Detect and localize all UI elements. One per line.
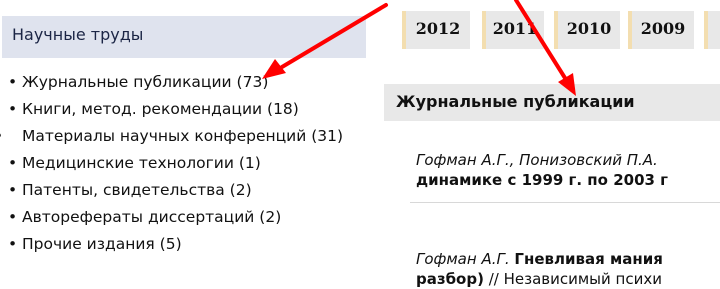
tab-2012[interactable]: 2012 bbox=[402, 11, 470, 49]
bullet-icon: • bbox=[8, 100, 18, 118]
sidebar-item-label[interactable]: Прочие издания (5) bbox=[22, 235, 182, 253]
sidebar-header: Научные труды bbox=[2, 16, 366, 58]
divider bbox=[410, 202, 720, 203]
tab-2010[interactable]: 2010 bbox=[554, 11, 620, 49]
bullet-icon: • bbox=[8, 181, 18, 199]
tab-edge bbox=[402, 11, 406, 49]
publication-title-line: динамике с 1999 г. по 2003 г bbox=[416, 170, 720, 190]
tab-label: 2010 bbox=[566, 19, 612, 38]
sidebar-item-label[interactable]: Авторефераты диссертаций (2) bbox=[22, 208, 281, 226]
tab-next-partial[interactable] bbox=[704, 11, 720, 49]
bullet-icon: • bbox=[8, 73, 18, 91]
sidebar-item-dissertation-abstracts[interactable]: • Авторефераты диссертаций (2) bbox=[8, 207, 368, 227]
bullet-icon: • bbox=[8, 235, 18, 253]
publication-authors: Гофман А.Г., Понизовский П.А. bbox=[416, 151, 658, 169]
tab-label: 2012 bbox=[415, 19, 461, 38]
tab-edge bbox=[482, 11, 486, 49]
sidebar-item-label[interactable]: Патенты, свидетельства (2) bbox=[22, 181, 252, 199]
sidebar-item-label[interactable]: Книги, метод. рекомендации (18) bbox=[22, 100, 299, 118]
sidebar-item-label[interactable]: Материалы научных конференций (31) bbox=[22, 127, 343, 145]
publication-authors: Гофман А.Г. bbox=[416, 250, 510, 268]
sidebar-item-journal-publications[interactable]: • Журнальные публикации (73) bbox=[8, 72, 368, 92]
sidebar-list: • Журнальные публикации (73) • Книги, мето… bbox=[0, 72, 368, 261]
sidebar-item-label[interactable]: Медицинские технологии (1) bbox=[22, 154, 261, 172]
publication-title-cont: разбор) bbox=[416, 270, 484, 288]
tab-label: 2011 bbox=[492, 19, 538, 38]
publication-item: Гофман А.Г. Гневливая мания разбор) // Н… bbox=[416, 249, 720, 289]
tab-label: 2009 bbox=[640, 19, 686, 38]
sidebar-item-conference-materials[interactable]: •Материалы научных конференций (31) bbox=[0, 126, 368, 146]
sidebar: Научные труды • Журнальные публикации (73… bbox=[0, 0, 372, 284]
sidebar-item-books[interactable]: • Книги, метод. рекомендации (18) bbox=[8, 99, 368, 119]
tab-2009[interactable]: 2009 bbox=[628, 11, 694, 49]
sidebar-item-patents[interactable]: • Патенты, свидетельства (2) bbox=[8, 180, 368, 200]
section-title: Журнальные публикации bbox=[384, 84, 720, 121]
year-tabs: 2012 2011 2010 2009 bbox=[402, 11, 720, 49]
publication-authors-line: Гофман А.Г. Гневливая мания bbox=[416, 249, 720, 269]
publication-title: Гневливая мания bbox=[514, 250, 663, 268]
publication-authors-line: Гофман А.Г., Понизовский П.А. bbox=[416, 150, 720, 170]
tab-2011[interactable]: 2011 bbox=[482, 11, 544, 49]
bullet-icon: • bbox=[8, 208, 18, 226]
sidebar-item-medical-technologies[interactable]: • Медицинские технологии (1) bbox=[8, 153, 368, 173]
tab-edge bbox=[554, 11, 558, 49]
bullet-icon: • bbox=[0, 126, 22, 146]
sidebar-item-label[interactable]: Журнальные публикации (73) bbox=[22, 73, 268, 91]
bullet-icon: • bbox=[8, 154, 18, 172]
tab-edge bbox=[704, 11, 708, 49]
publication-source: // Независимый психи bbox=[483, 270, 662, 288]
sidebar-item-other-publications[interactable]: • Прочие издания (5) bbox=[8, 234, 368, 254]
publication-item: Гофман А.Г., Понизовский П.А. динамике с… bbox=[416, 150, 720, 190]
publication-title-line: разбор) // Независимый психи bbox=[416, 269, 720, 289]
publication-title: динамике с 1999 г. по 2003 г bbox=[416, 171, 668, 189]
tab-edge bbox=[628, 11, 632, 49]
